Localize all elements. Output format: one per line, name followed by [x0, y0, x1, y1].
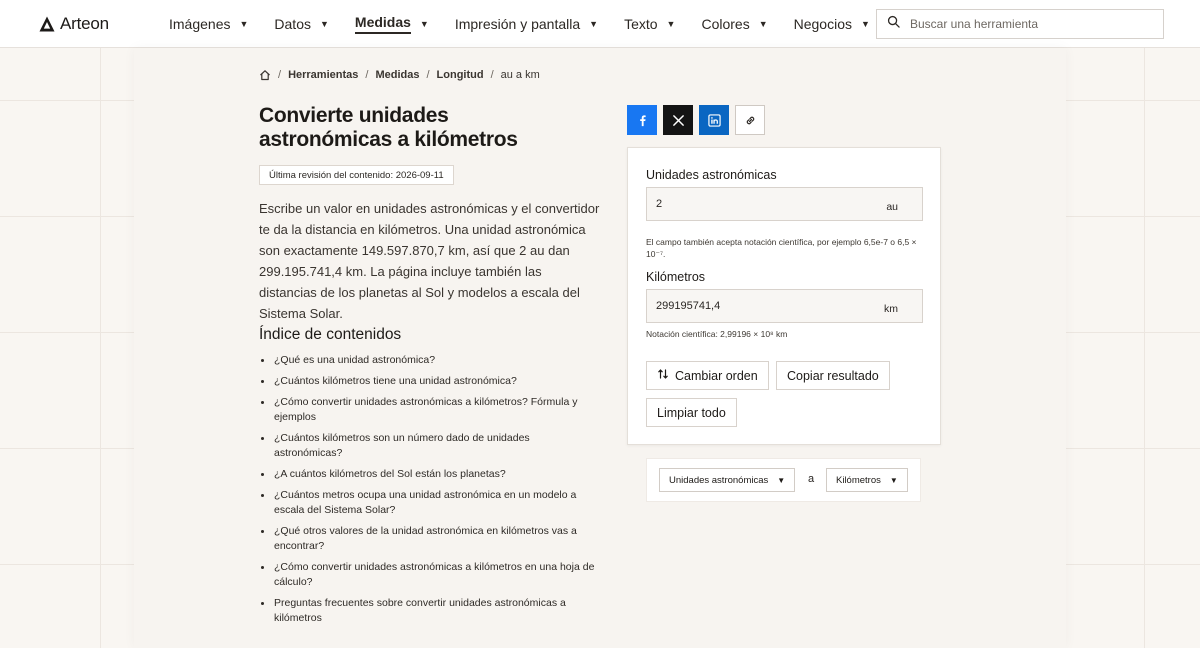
from-unit-select[interactable]: Unidades astronómicas ▼ [659, 468, 796, 492]
search-icon [877, 15, 900, 33]
toc-link[interactable]: ¿Cómo convertir unidades astronómicas a … [259, 395, 599, 425]
top-navigation-bar: Arteon Imágenes ▼ Datos ▼ Medidas ▼ Impresi… [0, 0, 1200, 48]
from-field-label: Unidades astronómicas [646, 168, 777, 182]
to-unit-label: km [884, 303, 898, 315]
toc-link[interactable]: ¿A cuántos kilómetros del Sol están los … [259, 467, 599, 482]
caret-down-icon: ▼ [758, 19, 768, 29]
share-linkedin-button[interactable] [699, 105, 729, 135]
toc-link[interactable]: ¿Cuántos kilómetros son un número dado d… [259, 431, 599, 461]
breadcrumb-link-herramientas[interactable]: Herramientas [288, 69, 358, 81]
tool-search [876, 9, 1164, 39]
to-input[interactable]: 299195741,4 km [646, 289, 923, 323]
arteon-logo-icon [39, 16, 55, 32]
toc-link[interactable]: ¿Qué es una unidad astronómica? [259, 353, 599, 368]
caret-down-icon: ▼ [589, 19, 599, 29]
breadcrumb-link-medidas[interactable]: Medidas [375, 69, 419, 81]
copy-result-button[interactable]: Copiar resultado [776, 361, 890, 390]
nav-item-negocios[interactable]: Negocios ▼ [794, 0, 870, 48]
toc-heading: Índice de contenidos [259, 326, 402, 343]
nav-item-imagenes[interactable]: Imágenes ▼ [169, 0, 248, 48]
caret-down-icon: ▼ [777, 475, 786, 485]
nav-item-colores[interactable]: Colores ▼ [701, 0, 767, 48]
to-field-label: Kilómetros [646, 270, 706, 284]
caret-down-icon: ▼ [889, 475, 898, 485]
copy-link-button[interactable] [735, 105, 765, 135]
nav-item-medidas[interactable]: Medidas ▼ [354, 0, 429, 48]
toc-link[interactable]: ¿Qué otros valores de la unidad astronóm… [259, 524, 599, 554]
brand-logo[interactable]: Arteon [39, 14, 109, 34]
intro-paragraph: Escribe un valor en unidades astronómica… [259, 201, 600, 321]
x-icon [672, 114, 685, 127]
breadcrumb-link-longitud[interactable]: Longitud [437, 69, 484, 81]
nav-item-impresion[interactable]: Impresión y pantalla ▼ [455, 0, 598, 48]
breadcrumb: / Herramientas / Medidas / Longitud / au… [259, 69, 540, 81]
to-input-value: 299195741,4 [656, 300, 721, 312]
facebook-icon [636, 114, 649, 127]
linkedin-icon [707, 113, 721, 127]
converter-card: Unidades astronómicas 2 au El campo tamb… [627, 147, 941, 445]
toc-link[interactable]: ¿Cuántos kilómetros tiene una unidad ast… [259, 374, 599, 389]
caret-down-icon: ▼ [239, 19, 249, 29]
caret-down-icon: ▼ [419, 19, 429, 29]
nav-item-datos[interactable]: Datos ▼ [274, 0, 329, 48]
table-of-contents: ¿Qué es una unidad astronómica? ¿Cuántos… [259, 353, 599, 632]
link-icon [744, 114, 757, 127]
clear-all-button[interactable]: Limpiar todo [646, 398, 737, 427]
unit-connector: a [808, 473, 815, 485]
share-buttons [627, 105, 765, 135]
share-facebook-button[interactable] [627, 105, 657, 135]
toc-link[interactable]: ¿Cuántos metros ocupa una unidad astronó… [259, 488, 599, 518]
caret-down-icon: ▼ [319, 19, 329, 29]
search-input[interactable] [908, 16, 1152, 32]
caret-down-icon: ▼ [861, 19, 870, 29]
caret-down-icon: ▼ [666, 19, 676, 29]
breadcrumb-current: au a km [500, 69, 540, 81]
swap-icon [657, 368, 675, 383]
main-nav: Imágenes ▼ Datos ▼ Medidas ▼ Impresión y pa… [169, 0, 896, 48]
page-title: Convierte unidades astronómicas a kilóme… [259, 104, 518, 151]
scientific-notation-hint: Notación científica: 2,99196 × 10⁸ km [646, 329, 788, 339]
share-x-button[interactable] [663, 105, 693, 135]
to-unit-select[interactable]: Kilómetros ▼ [826, 468, 908, 492]
toc-link[interactable]: Preguntas frecuentes sobre convertir uni… [259, 596, 599, 626]
nav-item-texto[interactable]: Texto ▼ [624, 0, 675, 48]
toc-link[interactable]: ¿Cómo convertir unidades astronómicas a … [259, 560, 599, 590]
brand-name: Arteon [60, 14, 109, 33]
from-field-hint: El campo también acepta notación científ… [646, 237, 917, 259]
swap-order-button[interactable]: Cambiar orden [646, 361, 769, 390]
from-input[interactable]: 2 au [646, 187, 923, 221]
from-unit-label: au [886, 201, 898, 213]
from-input-value: 2 [656, 198, 663, 210]
unit-selector-bar: Unidades astronómicas ▼ a Kilómetros ▼ [646, 458, 921, 502]
revision-badge: Última revisión del contenido: 2026-09-1… [259, 165, 454, 185]
home-icon[interactable] [259, 69, 271, 81]
